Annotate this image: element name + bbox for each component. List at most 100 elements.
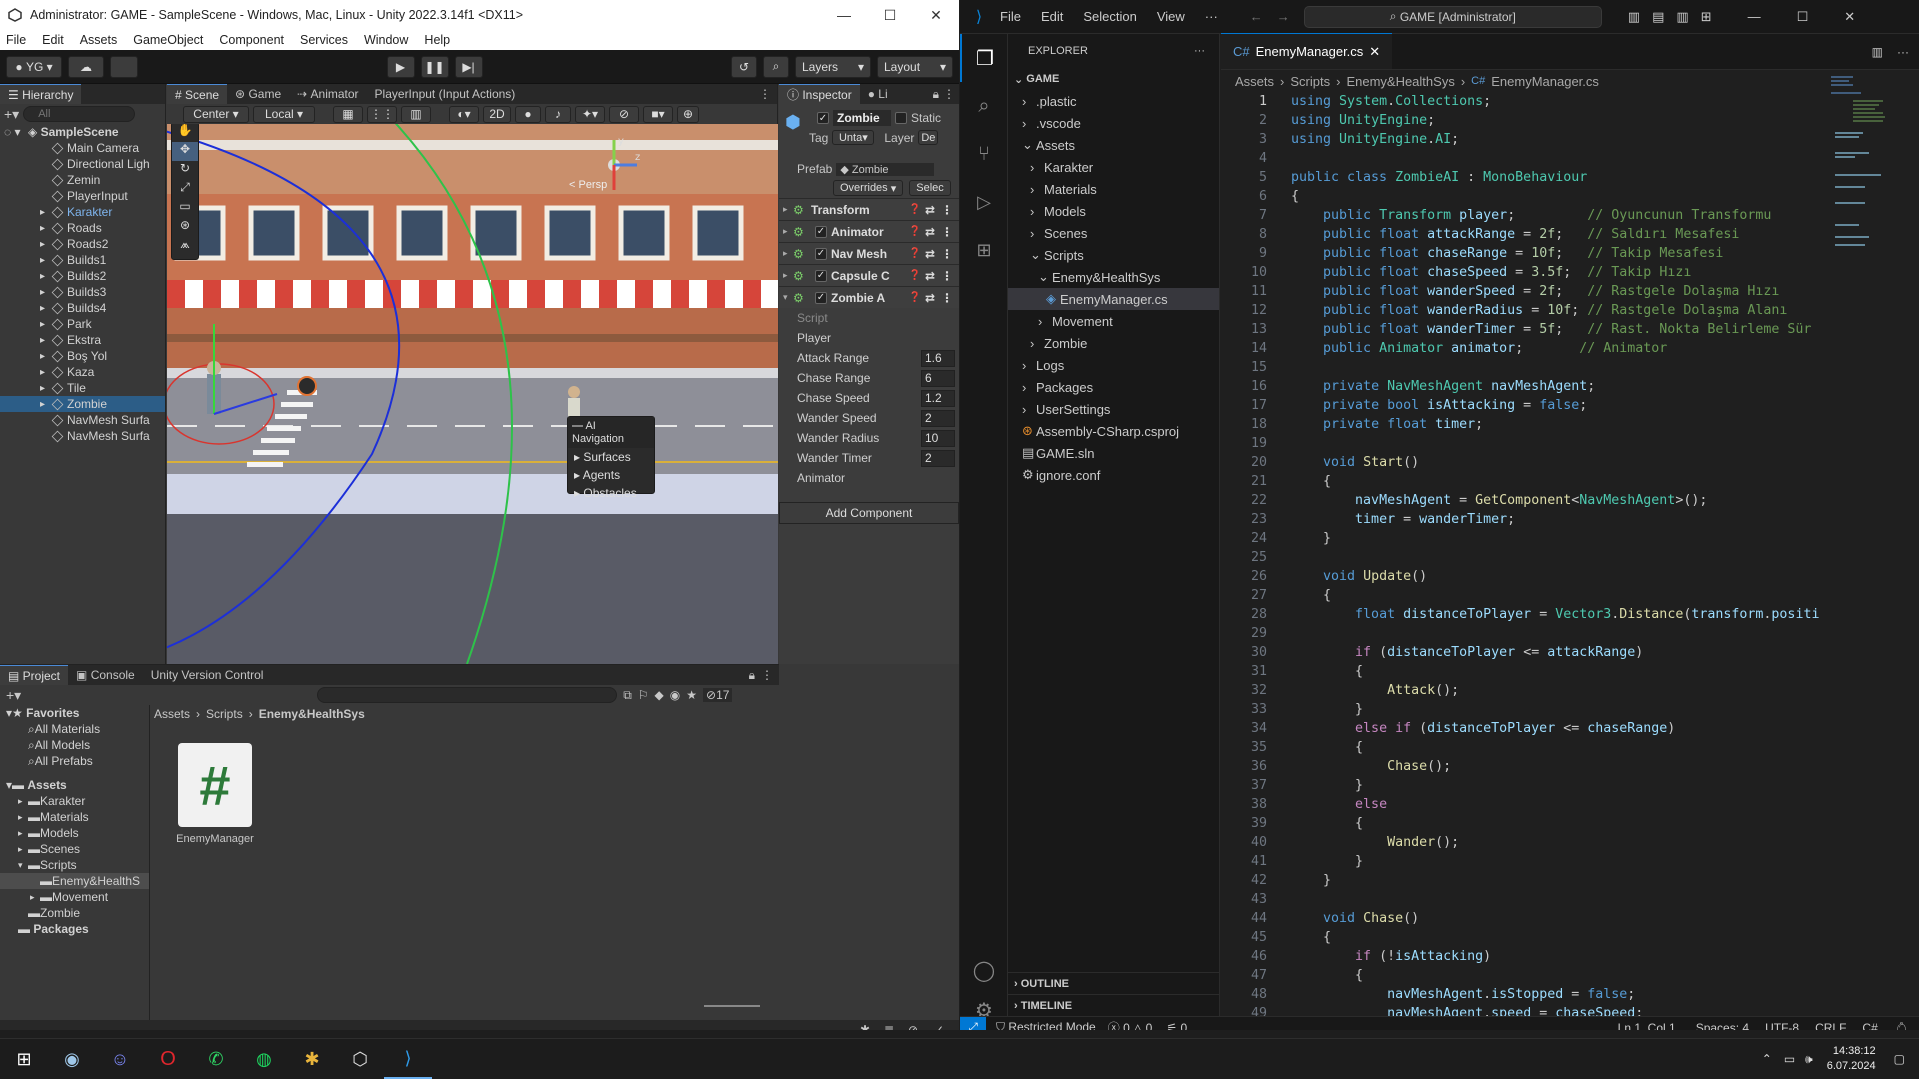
assets-header[interactable]: ▾ ▬ Assets	[0, 777, 149, 793]
menu-gameobject[interactable]: GameObject	[133, 33, 203, 47]
vscode-menu-selection[interactable]: Selection	[1083, 9, 1136, 24]
hierarchy-item[interactable]: ▸ Boş Yol	[0, 348, 165, 364]
menu-window[interactable]: Window	[364, 33, 408, 47]
chevron-right-icon[interactable]: ▸	[18, 828, 28, 839]
field-value[interactable]: 10	[921, 429, 955, 447]
toggle-2d-button[interactable]: 2D	[483, 105, 511, 123]
layers-dropdown[interactable]: Layers ▾	[795, 55, 871, 78]
vscode-menu-edit[interactable]: Edit	[1041, 9, 1063, 24]
network-icon[interactable]: ▭	[1784, 1052, 1795, 1066]
tab-version-control[interactable]: Unity Version Control	[143, 665, 272, 685]
preset-icon[interactable]: ⇄	[925, 269, 935, 283]
hierarchy-item[interactable]: PlayerInput	[0, 188, 165, 204]
effects-toggle[interactable]: ✦▾	[575, 105, 605, 123]
minimize-button[interactable]: —	[821, 7, 867, 24]
hierarchy-item[interactable]: ▸ Roads2	[0, 236, 165, 252]
taskbar-slack[interactable]: ✱	[288, 1039, 336, 1079]
preset-icon[interactable]: ⇄	[925, 247, 935, 261]
split-editor-icon[interactable]: ▥	[1872, 45, 1897, 59]
rotate-tool-icon[interactable]: ↻	[172, 161, 198, 180]
play-button[interactable]: ▶	[386, 55, 415, 78]
minimap[interactable]	[1829, 74, 1889, 284]
hierarchy-item[interactable]: ▸ Builds2	[0, 268, 165, 284]
taskbar-whatsapp[interactable]: ✆	[192, 1039, 240, 1079]
close-icon[interactable]: ✕	[1369, 44, 1380, 60]
menu-file[interactable]: File	[6, 33, 26, 47]
explorer-folder[interactable]: › Scenes	[1008, 222, 1219, 244]
notifications-icon[interactable]: 🔔︎	[1894, 1021, 1909, 1031]
toggle-panel-icon[interactable]: ▤	[1652, 9, 1664, 25]
hierarchy-item[interactable]: ▸ Tile	[0, 380, 165, 396]
toggle-secondary-sidebar-icon[interactable]: ▥	[1676, 9, 1688, 25]
volume-icon[interactable]: 🕪︎	[1805, 1052, 1813, 1067]
more-icon[interactable]: ⋮	[941, 269, 953, 283]
menu-assets[interactable]: Assets	[80, 33, 118, 47]
favorite-item[interactable]: ⌕ All Prefabs	[0, 753, 149, 769]
explorer-file[interactable]: ▤ GAME.sln	[1008, 442, 1219, 464]
clock[interactable]: 14:38:12 6.07.2024	[1827, 1044, 1876, 1074]
cursor-position[interactable]: Ln 1, Col 1	[1618, 1021, 1676, 1031]
asset-folder[interactable]: ▬ Zombie	[0, 905, 149, 921]
add-icon[interactable]: +▾	[6, 687, 21, 704]
custom-tool-icon[interactable]: ⩕	[172, 237, 198, 256]
hierarchy-item[interactable]: ▸ Builds1	[0, 252, 165, 268]
hierarchy-item[interactable]: Directional Ligh	[0, 156, 165, 172]
object-name-field[interactable]: Zombie	[833, 110, 891, 126]
more-icon[interactable]: ⋮	[941, 247, 953, 261]
run-debug-icon[interactable]: ▷	[960, 178, 1008, 226]
back-arrow-icon[interactable]: ←	[1250, 9, 1263, 24]
hierarchy-item[interactable]: ▸ Builds4	[0, 300, 165, 316]
tab-scene[interactable]: # Scene	[167, 84, 228, 104]
favorite-item[interactable]: ⌕ All Models	[0, 737, 149, 753]
menu-edit[interactable]: Edit	[42, 33, 64, 47]
scene-viewport[interactable]: ✋ ✥ ↻ ⤢ ▭ ⊛ ⩕ zy < Persp ⎯⎯ AI Navigatio…	[167, 124, 778, 664]
vscode-menu-file[interactable]: File	[1000, 9, 1021, 24]
persp-label[interactable]: < Persp	[569, 179, 607, 191]
taskbar-opera[interactable]: O	[144, 1039, 192, 1079]
tab-enemymanager[interactable]: C# EnemyManager.cs ✕	[1221, 33, 1393, 69]
lock-icon[interactable]: 🔒︎	[749, 668, 761, 683]
hierarchy-item[interactable]: ▸ Zombie	[0, 396, 165, 412]
explorer-folder[interactable]: › Zombie	[1008, 332, 1219, 354]
hierarchy-item[interactable]: Main Camera	[0, 140, 165, 156]
chevron-right-icon[interactable]: ▸	[18, 796, 28, 807]
ai-nav-surfaces[interactable]: ▸ Surfaces	[568, 448, 654, 466]
move-tool-icon[interactable]: ✥	[172, 142, 198, 161]
project-search-input[interactable]	[317, 687, 618, 703]
help-icon[interactable]: ❓	[908, 270, 920, 281]
extensions-icon[interactable]: ⊞	[960, 226, 1008, 274]
explorer-folder[interactable]: › .plastic	[1008, 90, 1219, 112]
camera-dropdown[interactable]: ■▾	[643, 105, 673, 123]
network-icon[interactable]: ⊘	[908, 1023, 918, 1030]
step-button[interactable]: ▶|	[454, 55, 483, 78]
explorer-root[interactable]: ⌄ GAME	[1008, 68, 1219, 90]
chevron-right-icon[interactable]: ▸	[18, 812, 28, 823]
minimize-button[interactable]: —	[1748, 9, 1761, 24]
asset-subfolder[interactable]: ▬ Enemy&HealthS	[0, 873, 149, 889]
explorer-icon[interactable]: ❐	[960, 34, 1008, 82]
more-icon[interactable]: ⋮	[941, 203, 953, 217]
field-value[interactable]	[921, 310, 955, 327]
add-component-button[interactable]: Add Component	[779, 502, 959, 524]
taskbar-unity[interactable]: ⬡	[336, 1039, 384, 1079]
more-icon[interactable]: ⋮	[761, 668, 779, 682]
component-enabled-checkbox[interactable]: ✓	[815, 225, 827, 238]
pivot-dropdown[interactable]: Center ▾	[183, 105, 249, 123]
indentation[interactable]: Spaces: 4	[1696, 1021, 1749, 1031]
asset-folder[interactable]: ▸ ▬ Scenes	[0, 841, 149, 857]
code-editor[interactable]: 1 using System.Collections; 2 using UnityEn…	[1221, 92, 1919, 1016]
warning-filter-icon[interactable]: ◉	[670, 688, 680, 702]
field-value[interactable]	[921, 470, 955, 487]
active-checkbox[interactable]: ✓	[817, 112, 829, 124]
tab-console[interactable]: ▣ Console	[68, 665, 143, 685]
customize-layout-icon[interactable]: ⊞	[1701, 9, 1712, 25]
filter-icon[interactable]: ⚐	[638, 688, 649, 702]
hierarchy-item[interactable]: NavMesh Surfa	[0, 412, 165, 428]
explorer-folder[interactable]: › Movement	[1008, 310, 1219, 332]
tab-inspector[interactable]: ⓘ Inspector	[779, 84, 860, 104]
label-icon[interactable]: ◆	[655, 688, 664, 702]
explorer-folder[interactable]: › Packages	[1008, 376, 1219, 398]
hand-tool-icon[interactable]: ✋	[172, 124, 198, 142]
component-header[interactable]: ▾ ⚙ ✓ Zombie A ❓ ⇄ ⋮	[779, 286, 959, 308]
static-checkbox[interactable]	[895, 112, 907, 124]
